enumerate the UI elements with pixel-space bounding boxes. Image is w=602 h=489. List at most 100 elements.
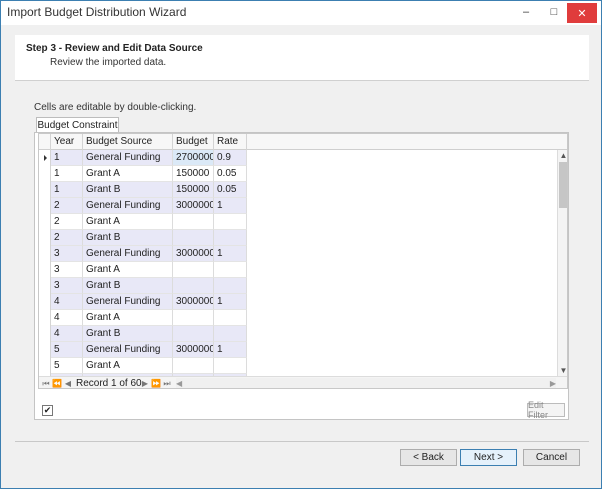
- cell-budget[interactable]: 150000: [173, 182, 214, 198]
- title-bar: Import Budget Distribution Wizard – □ ✕: [1, 1, 601, 25]
- filter-checkbox[interactable]: ✔: [42, 405, 53, 416]
- first-record-icon[interactable]: ⏮: [41, 377, 51, 388]
- cell-rate[interactable]: 1: [214, 246, 247, 262]
- cell-year[interactable]: 4: [51, 310, 83, 326]
- cell-rate[interactable]: 0.05: [214, 182, 247, 198]
- maximize-button[interactable]: □: [541, 1, 567, 23]
- cell-budget[interactable]: [173, 230, 214, 246]
- cell-rate[interactable]: 1: [214, 294, 247, 310]
- column-header-budget[interactable]: Budget: [173, 134, 214, 150]
- table-row[interactable]: 5 General Funding 3000000 1: [51, 342, 247, 358]
- cell-year[interactable]: 1: [51, 150, 83, 166]
- column-header-budget-source-name[interactable]: Budget Source Name: [83, 134, 173, 162]
- cell-budget-source-name[interactable]: General Funding: [83, 150, 173, 166]
- cell-budget-source-name[interactable]: Grant B: [83, 326, 173, 342]
- cell-year[interactable]: 1: [51, 166, 83, 182]
- cell-rate[interactable]: [214, 326, 247, 342]
- cell-year[interactable]: 4: [51, 294, 83, 310]
- cancel-button[interactable]: Cancel: [523, 449, 580, 466]
- table-row[interactable]: 1 Grant B 150000 0.05: [51, 182, 247, 198]
- table-row[interactable]: 2 Grant B: [51, 230, 247, 246]
- cell-budget-source-name[interactable]: General Funding: [83, 342, 173, 358]
- cell-rate[interactable]: [214, 230, 247, 246]
- cell-budget-source-name[interactable]: General Funding: [83, 246, 173, 262]
- cell-rate[interactable]: 1: [214, 342, 247, 358]
- cell-rate[interactable]: [214, 310, 247, 326]
- cell-budget[interactable]: 3000000: [173, 246, 214, 262]
- cell-budget-source-name[interactable]: Grant A: [83, 166, 173, 182]
- cell-year[interactable]: 4: [51, 326, 83, 342]
- next-button[interactable]: Next >: [460, 449, 517, 466]
- cell-budget[interactable]: [173, 262, 214, 278]
- cell-rate[interactable]: [214, 214, 247, 230]
- table-row[interactable]: 3 General Funding 3000000 1: [51, 246, 247, 262]
- cell-budget[interactable]: [173, 310, 214, 326]
- table-row[interactable]: 3 Grant B: [51, 278, 247, 294]
- table-row[interactable]: 3 Grant A: [51, 262, 247, 278]
- scroll-down-icon[interactable]: ▼: [558, 365, 567, 376]
- cell-budget-source-name[interactable]: Grant B: [83, 230, 173, 246]
- cell-rate[interactable]: 1: [214, 198, 247, 214]
- cell-year[interactable]: 2: [51, 214, 83, 230]
- scroll-left-icon[interactable]: ◀: [176, 378, 182, 388]
- previous-record-icon[interactable]: ◀: [63, 377, 73, 388]
- cell-budget[interactable]: 3000000: [173, 198, 214, 214]
- cell-budget[interactable]: 3000000: [173, 294, 214, 310]
- cell-budget[interactable]: [173, 358, 214, 374]
- cell-budget[interactable]: [173, 278, 214, 294]
- cell-budget-source-name[interactable]: Grant A: [83, 358, 173, 374]
- tab-budget-constraint[interactable]: Budget Constraint: [36, 117, 119, 133]
- cell-year[interactable]: 5: [51, 342, 83, 358]
- step-subtitle: Review the imported data.: [50, 57, 167, 68]
- horizontal-scrollbar[interactable]: ◀ ▶: [176, 378, 556, 388]
- cell-year[interactable]: 1: [51, 182, 83, 198]
- edit-filter-button[interactable]: Edit Filter: [527, 400, 565, 420]
- cell-budget-source-name[interactable]: Grant A: [83, 214, 173, 230]
- cell-budget[interactable]: [173, 214, 214, 230]
- table-row[interactable]: 1 General Funding 2700000 0.9: [51, 150, 247, 166]
- previous-page-icon[interactable]: ⏪: [52, 377, 62, 388]
- minimize-button[interactable]: –: [513, 1, 539, 23]
- cell-rate[interactable]: 0.05: [214, 166, 247, 182]
- cell-rate[interactable]: [214, 358, 247, 374]
- scroll-right-icon[interactable]: ▶: [550, 378, 556, 388]
- cell-rate[interactable]: 0.9: [214, 150, 247, 166]
- last-record-icon[interactable]: ⏭: [162, 377, 172, 388]
- scroll-thumb[interactable]: [559, 162, 567, 208]
- table-row[interactable]: 4 Grant A: [51, 310, 247, 326]
- cell-budget[interactable]: 3000000: [173, 342, 214, 358]
- wizard-header: Step 3 - Review and Edit Data Source Rev…: [15, 35, 589, 81]
- table-row[interactable]: 2 Grant A: [51, 214, 247, 230]
- back-button[interactable]: < Back: [400, 449, 457, 466]
- cell-budget-source-name[interactable]: General Funding: [83, 294, 173, 310]
- cell-budget-source-name[interactable]: General Funding: [83, 198, 173, 214]
- table-row[interactable]: 5 Grant A: [51, 358, 247, 374]
- close-button[interactable]: ✕: [567, 3, 597, 23]
- cell-year[interactable]: 3: [51, 246, 83, 262]
- table-row[interactable]: 2 General Funding 3000000 1: [51, 198, 247, 214]
- cell-year[interactable]: 3: [51, 262, 83, 278]
- cell-budget[interactable]: 2700000: [173, 150, 214, 166]
- record-counter: Record 1 of 60: [76, 378, 142, 389]
- scroll-up-icon[interactable]: ▲: [558, 150, 567, 161]
- cell-rate[interactable]: [214, 262, 247, 278]
- vertical-scrollbar[interactable]: ▲ ▼: [557, 150, 567, 376]
- table-row[interactable]: 1 Grant A 150000 0.05: [51, 166, 247, 182]
- cell-budget-source-name[interactable]: Grant B: [83, 278, 173, 294]
- next-page-icon[interactable]: ⏩: [151, 377, 161, 388]
- cell-budget[interactable]: 150000: [173, 166, 214, 182]
- next-record-icon[interactable]: ▶: [140, 377, 150, 388]
- cell-budget-source-name[interactable]: Grant A: [83, 262, 173, 278]
- cell-budget[interactable]: [173, 326, 214, 342]
- cell-year[interactable]: 2: [51, 198, 83, 214]
- table-row[interactable]: 4 General Funding 3000000 1: [51, 294, 247, 310]
- cell-year[interactable]: 3: [51, 278, 83, 294]
- table-row[interactable]: 4 Grant B: [51, 326, 247, 342]
- column-header-rate[interactable]: Rate: [214, 134, 247, 150]
- cell-budget-source-name[interactable]: Grant A: [83, 310, 173, 326]
- cell-year[interactable]: 2: [51, 230, 83, 246]
- column-header-year[interactable]: Year: [51, 134, 83, 150]
- cell-year[interactable]: 5: [51, 358, 83, 374]
- cell-budget-source-name[interactable]: Grant B: [83, 182, 173, 198]
- cell-rate[interactable]: [214, 278, 247, 294]
